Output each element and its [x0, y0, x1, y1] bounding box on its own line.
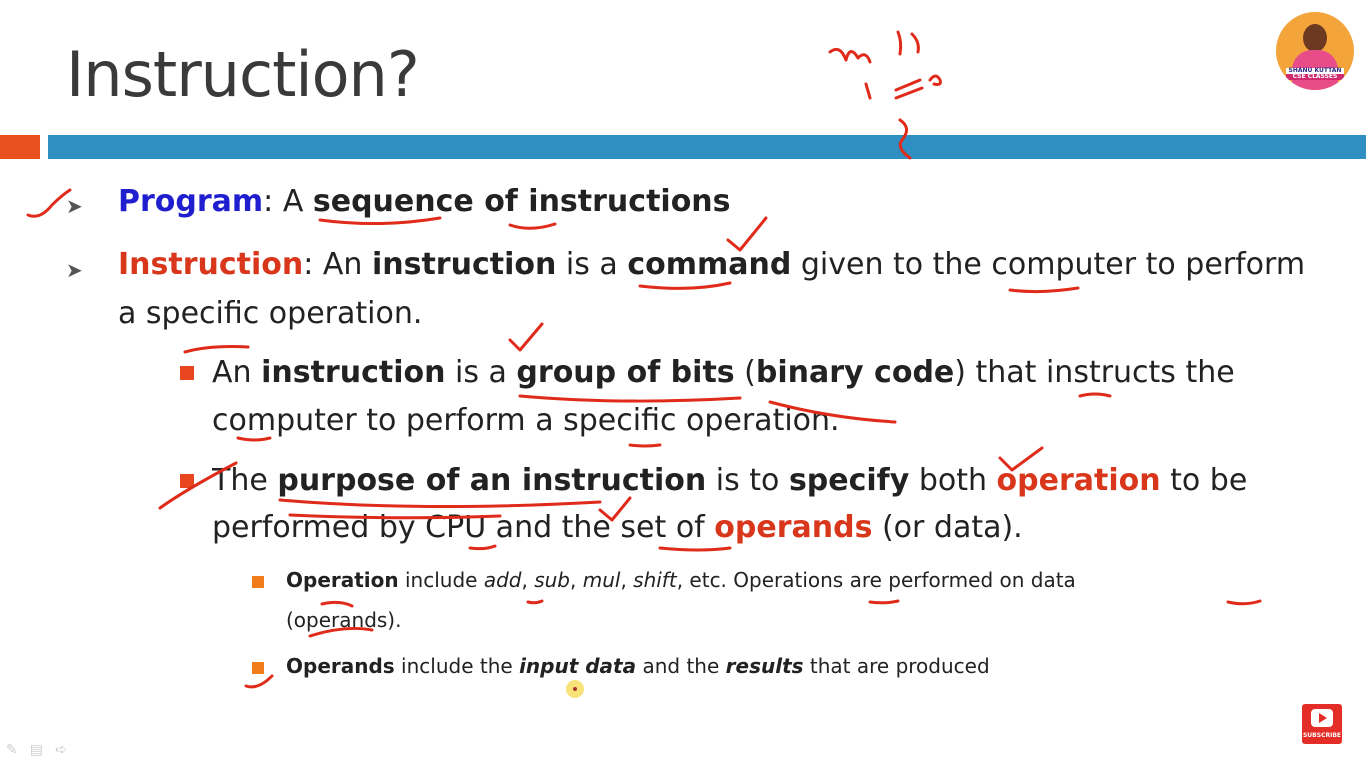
slide-text-run: command [627, 247, 792, 282]
title-accent-red [0, 135, 40, 159]
square-bullet-icon [180, 366, 194, 380]
slide-text-run: sub [534, 568, 570, 592]
slide-text-run: operands [714, 510, 873, 545]
slide-text-run: , [570, 568, 583, 592]
slide-text-run: that are produced [803, 654, 990, 678]
menu-icon[interactable]: ▤ [30, 742, 43, 758]
bullet-purpose: The purpose of an instruction is to spec… [212, 463, 1247, 498]
slide-text-run: input data [519, 654, 637, 678]
slide-text-run: both [909, 463, 997, 498]
sub-bullet-operands: Operands include the input data and the … [286, 654, 990, 678]
slide-text-run: is a [556, 247, 628, 282]
arrow-bullet-icon: ➤ [66, 194, 83, 218]
presenter-head [1303, 24, 1327, 52]
slide-text-run: Operation [286, 568, 399, 592]
slide-text-run: and the [636, 654, 726, 678]
slide-text-run: is to [706, 463, 789, 498]
bullet-purpose-cont: performed by CPU and the set of operands… [212, 510, 1023, 545]
slide-text-run: sequence of instructions [312, 184, 731, 219]
slide-text-run: input data [519, 654, 636, 678]
slide-text-run: given to the computer to perform [791, 247, 1306, 282]
slide-text-run: instruction [261, 355, 446, 390]
bullet-group-of-bits: An instruction is a group of bits (binar… [212, 355, 1235, 390]
slide-text-run: (or data). [872, 510, 1023, 545]
title-accent-blue [48, 135, 1366, 159]
slide-text-run: : An [303, 247, 372, 282]
slide-text-run: results [725, 654, 804, 678]
slide-text-run: group of bits [516, 355, 735, 390]
sub-bullet-operation: Operation include add, sub, mul, shift, … [286, 568, 1076, 592]
slide-text-run: ( [734, 355, 756, 390]
slide-text-run: ) that instructs the [954, 355, 1235, 390]
slide-text-run: include the [394, 654, 520, 678]
bullet-group-of-bits-cont: computer to perform a specific operation… [212, 403, 840, 438]
slide-text-run: : A [263, 184, 313, 219]
slide-text-run: The [212, 463, 278, 498]
play-icon [1311, 709, 1333, 727]
channel-avatar: SHANU KUTTAN CSE CLASSES [1276, 12, 1354, 90]
subscribe-button[interactable]: SUBSCRIBE [1302, 704, 1342, 744]
slide-text-run: purpose of an instruction [277, 463, 707, 498]
instruction-keyword: Instruction [118, 247, 304, 282]
slide-text-run: operation [996, 463, 1161, 498]
slide-title: Instruction? [66, 38, 420, 111]
slide-text-run: , etc. Operations are performed on data [676, 568, 1076, 592]
slide-text-run: instruction [371, 247, 557, 282]
slide-text-run: shift [633, 568, 677, 592]
slide-text-run: to be [1160, 463, 1248, 498]
instruction-line-cont: a specific operation. [118, 296, 423, 331]
slideshow-toolbar: ✎ ▤ ➪ [6, 742, 79, 758]
square-bullet-icon [180, 474, 194, 488]
slide-text-run: binary code [755, 355, 955, 390]
square-bullet-icon [252, 662, 264, 674]
laser-pointer [566, 680, 584, 698]
arrow-bullet-icon: ➤ [66, 258, 83, 282]
slide-text-run: , [620, 568, 634, 592]
subscribe-label: SUBSCRIBE [1302, 732, 1341, 739]
slide-text-run: include [398, 568, 484, 592]
slide-text-run: add [483, 568, 522, 592]
slide-text-run: Operands [286, 654, 395, 678]
slide-text-run: , [521, 568, 535, 592]
slide-text-run: mul [582, 568, 621, 592]
slide-text-run: performed by CPU and the set of [212, 510, 715, 545]
channel-badge-subtitle: CSE CLASSES [1286, 74, 1344, 80]
next-arrow-icon[interactable]: ➪ [55, 742, 67, 758]
slide-text-run: An [212, 355, 262, 390]
slide-text-run: specify [788, 463, 910, 498]
slide-text-run: results [726, 654, 804, 678]
slide-text-run: is a [445, 355, 517, 390]
instruction-line: Instruction: An instruction is a command… [118, 247, 1305, 282]
program-line: Program: A sequence of instructions [118, 184, 731, 219]
square-bullet-icon [252, 576, 264, 588]
channel-badge: SHANU KUTTAN CSE CLASSES [1286, 68, 1344, 80]
program-keyword: Program [118, 184, 264, 219]
pen-tool-icon[interactable]: ✎ [6, 742, 18, 758]
sub-bullet-operation-cont: (operands). [286, 608, 402, 632]
